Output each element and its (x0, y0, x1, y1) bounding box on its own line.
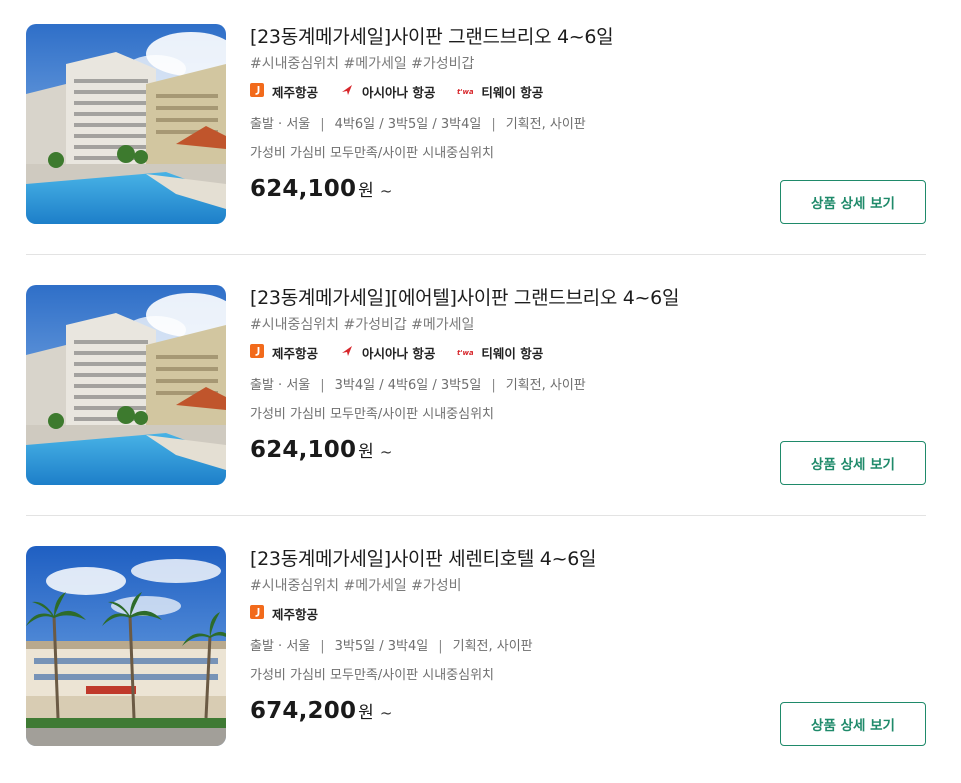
separator: | (491, 117, 496, 132)
product-description: 가성비 가심비 모두만족/사이판 시내중심위치 (250, 146, 495, 161)
price-currency: 원 (358, 181, 374, 201)
view-details-button[interactable]: 상품 상세 보기 (780, 441, 926, 485)
departure: 출발 · 서울 (250, 117, 311, 132)
svg-text:t'way: t'way (457, 88, 473, 96)
product-title[interactable]: [23동계메가세일]사이판 그랜드브리오 4~6일 (250, 24, 950, 50)
product-list: [23동계메가세일]사이판 그랜드브리오 4~6일 #시내중심위치 #메가세일 … (0, 0, 961, 766)
route-info: 출발 · 서울 | 3박5일 / 3박4일 | 기획전, 사이판 (250, 637, 950, 657)
airline-asiana: 아시아나 항공 (340, 343, 435, 362)
svg-text:t'way: t'way (457, 349, 473, 357)
jeju-air-logo (250, 82, 264, 100)
product-tags: #시내중심위치 #가성비갑 #메가세일 (250, 317, 475, 333)
divider (26, 254, 926, 255)
separator: | (320, 117, 325, 132)
product-tags: #시내중심위치 #메가세일 #가성비 (250, 578, 462, 594)
price-amount: 624,100 (250, 176, 357, 202)
price-amount: 624,100 (250, 437, 357, 463)
category: 기획전, 사이판 (505, 117, 586, 132)
price-suffix: ~ (379, 182, 393, 200)
airline-name: 제주항공 (272, 345, 319, 361)
category: 기획전, 사이판 (452, 639, 533, 654)
airline-list: 제주항공 (250, 603, 950, 623)
route-info: 출발 · 서울 | 3박4일 / 4박6일 / 3박5일 | 기획전, 사이판 (250, 376, 950, 396)
airline-list: 제주항공 아시아나 항공 t'way 티웨이 항공 (250, 81, 950, 101)
airline-name: 아시아나 항공 (362, 84, 436, 100)
airline-name: 제주항공 (272, 606, 319, 622)
divider (26, 515, 926, 516)
airline-jeju-air: 제주항공 (250, 604, 318, 623)
price-currency: 원 (358, 442, 374, 462)
product-card: [23동계메가세일]사이판 그랜드브리오 4~6일 #시내중심위치 #메가세일 … (0, 0, 961, 261)
product-description: 가성비 가심비 모두만족/사이판 시내중심위치 (250, 668, 495, 683)
airline-tway: t'way 티웨이 항공 (457, 82, 543, 101)
jeju-air-logo (250, 604, 264, 622)
separator: | (320, 639, 325, 654)
price-suffix: ~ (379, 443, 393, 461)
hotel-palm-photo[interactable] (26, 546, 226, 746)
asiana-logo (340, 344, 354, 361)
airline-jeju-air: 제주항공 (250, 343, 318, 362)
airline-name: 티웨이 항공 (481, 345, 544, 361)
view-details-button[interactable]: 상품 상세 보기 (780, 702, 926, 746)
route-info: 출발 · 서울 | 4박6일 / 3박5일 / 3박4일 | 기획전, 사이판 (250, 115, 950, 135)
asiana-logo (340, 83, 354, 100)
tway-logo: t'way (457, 345, 478, 360)
durations: 4박6일 / 3박5일 / 3박4일 (334, 117, 482, 132)
category: 기획전, 사이판 (505, 378, 586, 393)
separator: | (438, 639, 443, 654)
departure: 출발 · 서울 (250, 639, 311, 654)
hotel-pool-photo[interactable] (26, 24, 226, 224)
price-suffix: ~ (379, 704, 393, 722)
departure: 출발 · 서울 (250, 378, 311, 393)
tway-logo: t'way (457, 84, 478, 99)
airline-asiana: 아시아나 항공 (340, 82, 435, 101)
durations: 3박4일 / 4박6일 / 3박5일 (334, 378, 482, 393)
airline-jeju-air: 제주항공 (250, 82, 318, 101)
product-title[interactable]: [23동계메가세일][에어텔]사이판 그랜드브리오 4~6일 (250, 285, 950, 311)
price-amount: 674,200 (250, 698, 357, 724)
airline-list: 제주항공 아시아나 항공 t'way 티웨이 항공 (250, 342, 950, 362)
price-currency: 원 (358, 703, 374, 723)
product-title[interactable]: [23동계메가세일]사이판 세렌티호텔 4~6일 (250, 546, 950, 572)
product-description: 가성비 가심비 모두만족/사이판 시내중심위치 (250, 407, 495, 422)
hotel-pool-photo[interactable] (26, 285, 226, 485)
separator: | (491, 378, 496, 393)
view-details-button[interactable]: 상품 상세 보기 (780, 180, 926, 224)
airline-name: 제주항공 (272, 84, 319, 100)
product-tags: #시내중심위치 #메가세일 #가성비갑 (250, 56, 475, 72)
jeju-air-logo (250, 343, 264, 361)
product-card: [23동계메가세일][에어텔]사이판 그랜드브리오 4~6일 #시내중심위치 #… (0, 261, 961, 522)
product-card: [23동계메가세일]사이판 세렌티호텔 4~6일 #시내중심위치 #메가세일 #… (0, 522, 961, 783)
airline-name: 티웨이 항공 (481, 84, 544, 100)
separator: | (320, 378, 325, 393)
airline-name: 아시아나 항공 (362, 345, 436, 361)
durations: 3박5일 / 3박4일 (334, 639, 429, 654)
airline-tway: t'way 티웨이 항공 (457, 343, 543, 362)
